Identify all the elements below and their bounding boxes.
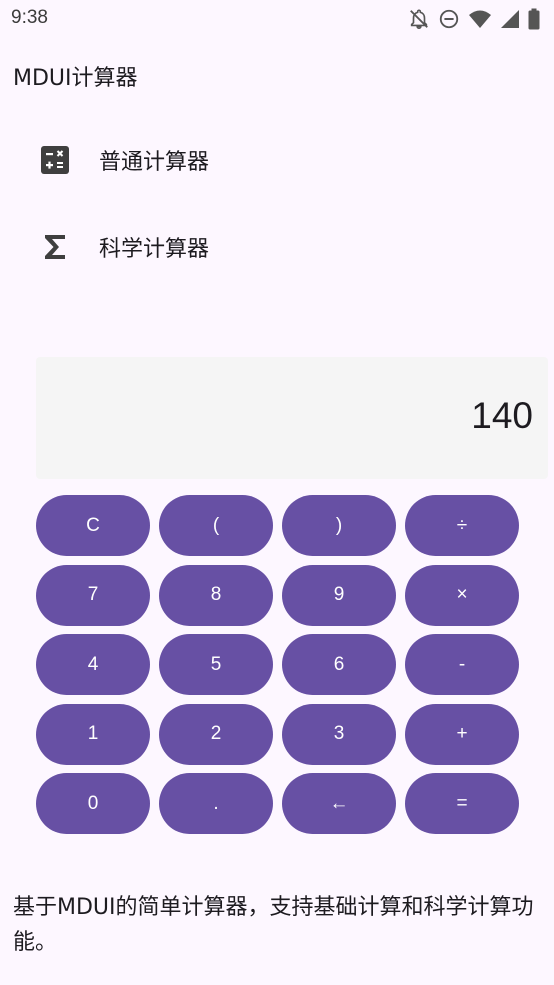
nav-item-scientific-calculator[interactable]: 科学计算器 <box>36 219 516 275</box>
calculator-icon <box>36 141 74 179</box>
calculator-display: 140 <box>36 357 548 479</box>
wifi-icon <box>468 8 492 30</box>
key-6[interactable]: 6 <box>282 634 396 695</box>
key-open-paren[interactable]: ( <box>159 495 273 556</box>
status-icons <box>408 6 540 32</box>
key-close-paren[interactable]: ) <box>282 495 396 556</box>
display-value: 140 <box>471 395 533 436</box>
battery-icon <box>528 8 540 30</box>
status-bar: 9:38 <box>0 0 554 38</box>
sigma-icon <box>36 228 74 266</box>
status-time: 9:38 <box>11 7 48 28</box>
app-description: 基于MDUI的简单计算器，支持基础计算和科学计算功能。 <box>13 895 534 955</box>
key-decimal[interactable]: . <box>159 773 273 834</box>
key-subtract[interactable]: - <box>405 634 519 695</box>
key-2[interactable]: 2 <box>159 703 273 765</box>
do-not-disturb-icon <box>438 8 460 30</box>
key-8[interactable]: 8 <box>159 564 273 626</box>
key-5[interactable]: 5 <box>159 634 273 695</box>
app-title: MDUI计算器 <box>13 66 138 91</box>
key-divide[interactable]: ÷ <box>405 495 519 556</box>
keypad: C ( ) ÷ 7 8 9 × 4 5 6 - 1 2 3 + 0 . ← = <box>36 495 519 834</box>
signal-icon <box>500 8 520 30</box>
key-backspace[interactable]: ← <box>282 773 396 834</box>
key-9[interactable]: 9 <box>282 564 396 626</box>
key-1[interactable]: 1 <box>36 703 150 765</box>
bell-off-icon <box>408 8 430 30</box>
nav-item-label: 科学计算器 <box>99 237 210 262</box>
nav-item-basic-calculator[interactable]: 普通计算器 <box>36 132 516 188</box>
key-0[interactable]: 0 <box>36 773 150 834</box>
key-7[interactable]: 7 <box>36 564 150 626</box>
key-4[interactable]: 4 <box>36 634 150 695</box>
key-3[interactable]: 3 <box>282 703 396 765</box>
key-add[interactable]: + <box>405 703 519 765</box>
key-equals[interactable]: = <box>405 773 519 834</box>
nav-item-label: 普通计算器 <box>99 150 210 175</box>
key-multiply[interactable]: × <box>405 564 519 626</box>
key-clear[interactable]: C <box>36 495 150 556</box>
